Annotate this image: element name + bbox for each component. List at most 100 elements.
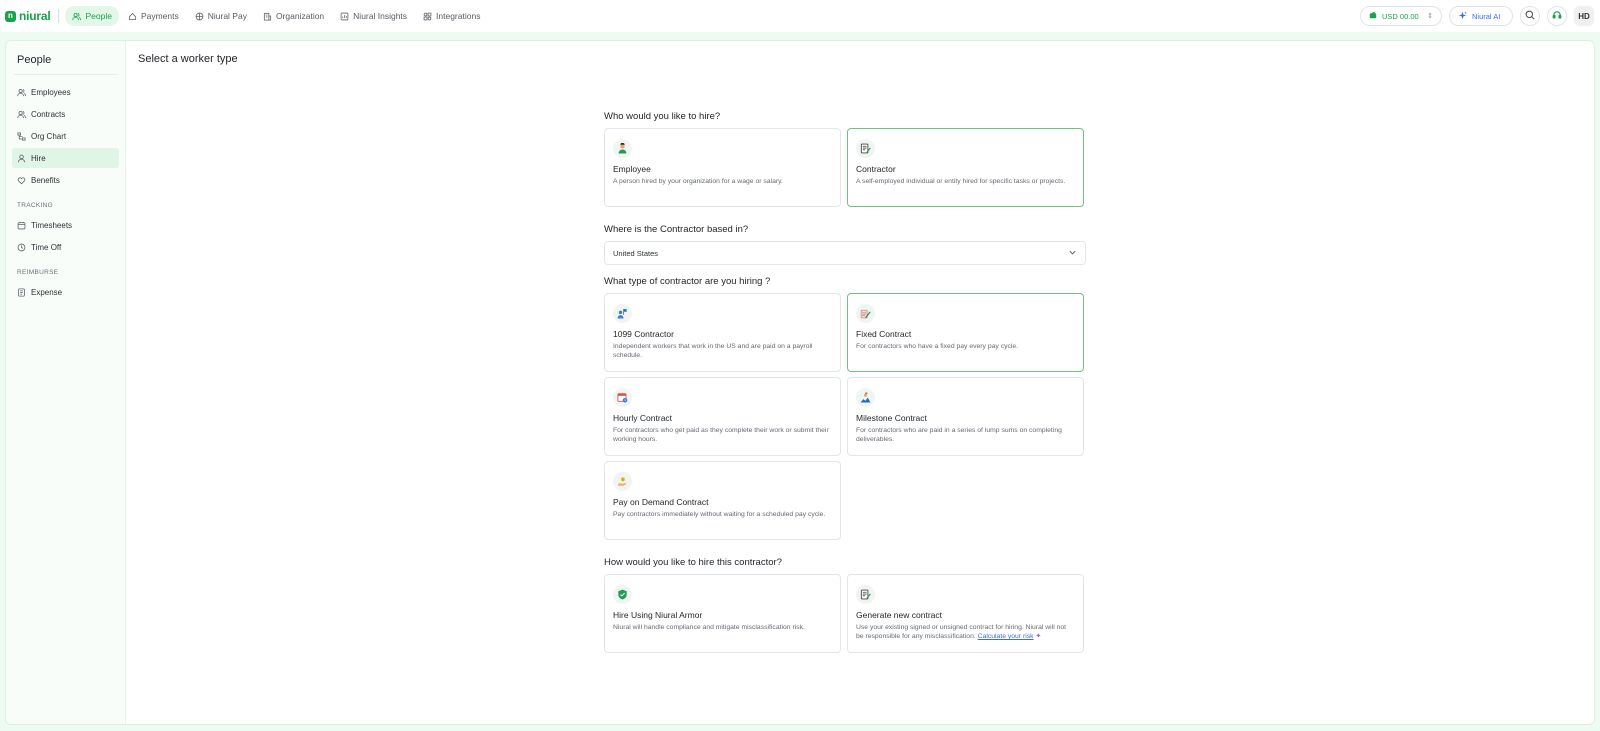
niural-logo[interactable]: n niural (5, 9, 51, 23)
page-title: Select a worker type (138, 53, 238, 65)
topbar-divider (58, 9, 60, 23)
sidebar-title: People (17, 54, 52, 66)
sidebar-item-time-off[interactable]: Time Off (12, 237, 119, 257)
sidebar-item-label: Time Off (31, 242, 62, 252)
worker-type-options: Employee A person hired by your organiza… (604, 128, 1086, 207)
chevron-down-icon (1068, 248, 1077, 259)
contracts-icon (17, 110, 26, 119)
sidebar-item-benefits[interactable]: Benefits (12, 170, 119, 190)
question-contractor-type: What type of contractor are you hiring ? (604, 276, 771, 287)
card-description: For contractors who get paid as they com… (613, 427, 829, 443)
sidebar-item-label: Hire (31, 153, 46, 163)
sparkle-icon (1458, 11, 1467, 22)
sidebar-item-label: Timesheets (31, 220, 73, 230)
topbar-actions: USD 00.00 ⇕ Niural AI HD (1360, 6, 1594, 26)
hourly-contract-icon (613, 388, 632, 407)
worker-type-form: Who would you like to hire? Employee A p… (604, 111, 1086, 653)
contract-type-pay-on-demand-card[interactable]: $ Pay on Demand Contract Pay contractors… (604, 461, 841, 540)
org-chart-icon (17, 131, 26, 141)
sidebar-item-timesheets[interactable]: Timesheets (12, 215, 119, 235)
contractor-icon (856, 139, 875, 158)
card-title: Contractor (856, 164, 896, 174)
card-description: A self-employed individual or entity hir… (856, 178, 1066, 185)
currency-balance: USD 00.00 (1382, 11, 1419, 21)
milestone-contract-icon (856, 388, 875, 407)
niural-logo-text: niural (19, 9, 51, 23)
sidebar-item-label: Employees (31, 87, 71, 97)
card-title: Pay on Demand Contract (613, 497, 709, 507)
worker-type-contractor-card[interactable]: Contractor A self-employed individual or… (847, 128, 1084, 207)
wallet-icon (1369, 11, 1377, 21)
generate-contract-icon (856, 585, 875, 604)
nav-people[interactable]: People (65, 6, 119, 26)
pay-on-demand-icon: $ (613, 472, 632, 491)
nav-payments[interactable]: Payments (121, 6, 186, 26)
headset-icon (1552, 10, 1562, 22)
card-description: Pay contractors immediately without wait… (613, 511, 826, 518)
nav-organization-label: Organization (275, 11, 325, 21)
support-button[interactable] (1547, 6, 1567, 26)
sidebar-section-tracking: TRACKING (17, 202, 53, 209)
nav-niural-pay[interactable]: Niural Pay (188, 6, 254, 26)
card-description: A person hired by your organization for … (613, 178, 783, 185)
main-nav: People Payments Niural Pay Organization … (65, 6, 487, 26)
heart-icon (17, 176, 26, 185)
card-title: Fixed Contract (856, 329, 912, 339)
nav-integrations-label: Integrations (436, 11, 481, 21)
calculate-risk-link[interactable]: Calculate your risk (978, 633, 1034, 640)
sidebar-item-hire[interactable]: Hire (12, 148, 119, 168)
nav-people-label: People (85, 11, 112, 21)
nav-organization[interactable]: Organization (256, 6, 331, 26)
nav-niural-pay-label: Niural Pay (207, 11, 247, 21)
card-title: Hire Using Niural Armor (613, 610, 703, 620)
sidebar-item-label: Expense (31, 287, 63, 297)
hire-method-options: Hire Using Niural Armor Niural will hand… (604, 574, 1086, 653)
hire-icon (17, 154, 26, 163)
timesheets-icon (17, 221, 26, 230)
hire-method-generate-contract-card[interactable]: Generate new contract Use your existing … (847, 574, 1084, 653)
people-icon (72, 12, 82, 21)
niural-ai-button[interactable]: Niural AI (1449, 6, 1513, 26)
employees-icon (17, 88, 26, 97)
shield-check-icon (613, 585, 632, 604)
card-description: Independent workers that work in the US … (613, 343, 813, 359)
contract-type-milestone-card[interactable]: Milestone Contract For contractors who a… (847, 377, 1084, 456)
fixed-contract-icon (856, 304, 875, 323)
country-select[interactable]: United States (604, 241, 1086, 265)
card-title: Hourly Contract (613, 413, 673, 423)
sidebar-item-employees[interactable]: Employees (12, 82, 119, 102)
time-off-icon (17, 243, 26, 252)
payments-icon (128, 12, 137, 21)
1099-contractor-icon (613, 304, 632, 323)
worker-type-employee-card[interactable]: Employee A person hired by your organiza… (604, 128, 841, 207)
expense-icon (17, 287, 26, 297)
sidebar-item-label: Org Chart (31, 131, 67, 141)
sidebar-item-org-chart[interactable]: Org Chart (12, 126, 119, 146)
nav-integrations[interactable]: Integrations (416, 6, 487, 26)
card-title: Employee (613, 164, 651, 174)
nav-niural-insights-label: Niural Insights (353, 11, 408, 21)
sidebar-item-expense[interactable]: Expense (12, 282, 119, 302)
card-description: Niural will handle compliance and mitiga… (613, 624, 805, 631)
sidebar-section-reimburse: REIMBURSE (17, 269, 59, 276)
contract-type-fixed-card[interactable]: Fixed Contract For contractors who have … (847, 293, 1084, 372)
nav-niural-insights[interactable]: Niural Insights (333, 6, 414, 26)
user-avatar[interactable]: HD (1574, 6, 1594, 26)
country-select-value: United States (613, 248, 659, 258)
main-content: Select a worker type Who would you like … (127, 41, 1594, 724)
currency-selector[interactable]: USD 00.00 ⇕ (1360, 6, 1442, 26)
contract-type-hourly-card[interactable]: Hourly Contract For contractors who get … (604, 377, 841, 456)
contract-type-1099-card[interactable]: 1099 Contractor Independent workers that… (604, 293, 841, 372)
hire-method-niural-armor-card[interactable]: Hire Using Niural Armor Niural will hand… (604, 574, 841, 653)
contract-type-options: 1099 Contractor Independent workers that… (604, 293, 1086, 540)
sidebar-item-contracts[interactable]: Contracts (12, 104, 119, 124)
card-description: For contractors who have a fixed pay eve… (856, 343, 1019, 350)
card-title: Generate new contract (856, 610, 942, 620)
niural-ai-label: Niural AI (1472, 11, 1501, 21)
nav-payments-label: Payments (140, 11, 179, 21)
integrations-icon (423, 12, 432, 21)
top-navigation-bar: n niural People Payments Niural Pay Orga… (0, 0, 1600, 32)
sidebar-item-label: Contracts (31, 109, 66, 119)
search-icon (1525, 10, 1535, 22)
search-button[interactable] (1520, 6, 1540, 26)
